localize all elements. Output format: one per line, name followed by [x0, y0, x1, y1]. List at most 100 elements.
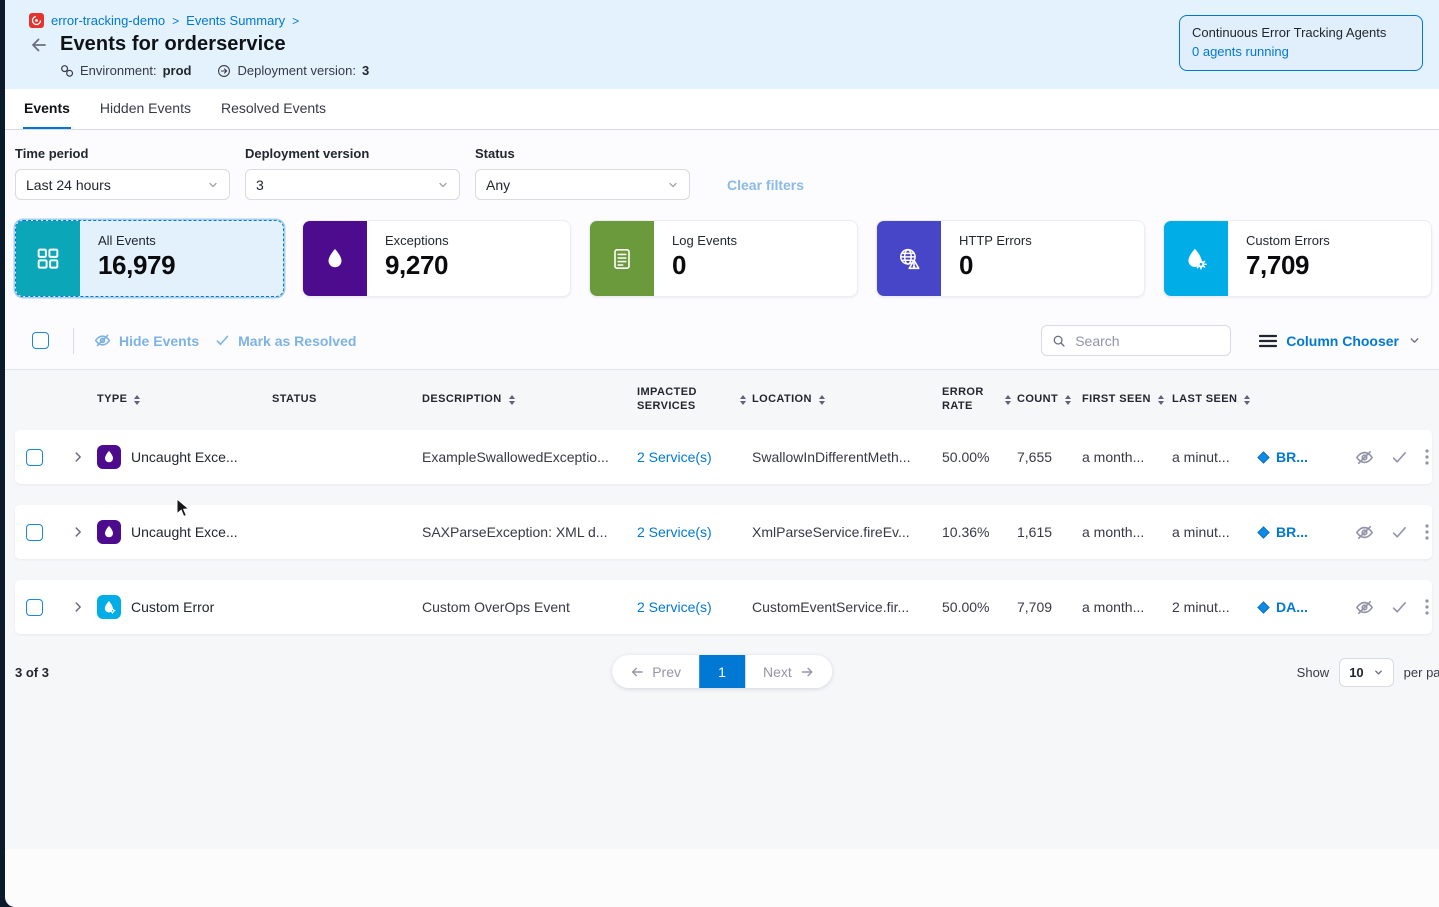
sort-icon[interactable] — [1158, 395, 1164, 405]
table-row[interactable]: Custom Error Custom OverOps Event 2 Serv… — [15, 580, 1432, 634]
kebab-menu-icon[interactable] — [1425, 524, 1429, 540]
next-page-button[interactable]: Next — [745, 655, 832, 688]
document-icon — [590, 221, 654, 296]
last-seen: 2 minut... — [1172, 599, 1257, 615]
globe-warning-icon — [877, 221, 941, 296]
card-label: Exceptions — [385, 233, 449, 248]
row-checkbox[interactable] — [26, 449, 43, 466]
page-size-control: Show 10 per page — [1297, 658, 1439, 687]
card-all-events[interactable]: All Events 16,979 — [15, 220, 284, 297]
prev-page-button[interactable]: Prev — [612, 655, 699, 688]
card-exceptions[interactable]: Exceptions 9,270 — [302, 220, 571, 297]
chevron-down-icon — [437, 179, 449, 191]
sort-icon[interactable] — [1244, 395, 1250, 405]
sort-icon[interactable] — [740, 395, 746, 405]
back-arrow-icon[interactable] — [29, 35, 49, 55]
ticket-link[interactable]: BR... — [1257, 524, 1334, 540]
column-chooser-button[interactable]: Column Chooser — [1259, 333, 1421, 349]
flame-gear-icon — [1164, 221, 1228, 296]
status-value: Any — [486, 177, 510, 193]
row-checkbox[interactable] — [26, 524, 43, 541]
eye-off-icon — [94, 332, 111, 349]
first-seen: a month... — [1082, 524, 1172, 540]
column-header-status[interactable]: STATUS — [272, 393, 422, 407]
status-select[interactable]: Any — [475, 169, 690, 200]
select-all-checkbox[interactable] — [32, 332, 49, 349]
per-page-label: per page — [1404, 665, 1439, 680]
breadcrumb-page-link[interactable]: Events Summary — [186, 13, 285, 28]
tab-events[interactable]: Events — [23, 89, 71, 129]
event-type: Custom Error — [131, 599, 214, 615]
card-http-errors[interactable]: HTTP Errors 0 — [876, 220, 1145, 297]
card-custom-errors[interactable]: Custom Errors 7,709 — [1163, 220, 1432, 297]
column-header-count[interactable]: COUNT — [1017, 393, 1082, 407]
impacted-services-link[interactable]: 2 Service(s) — [637, 524, 712, 540]
breadcrumb-separator: > — [292, 14, 299, 28]
deployment-label: Deployment version: — [237, 63, 356, 78]
event-description: Custom OverOps Event — [422, 599, 637, 615]
impacted-services-link[interactable]: 2 Service(s) — [637, 599, 712, 615]
chevron-right-icon[interactable] — [59, 525, 97, 539]
resolve-event-icon[interactable] — [1391, 599, 1408, 616]
row-count-summary: 3 of 3 — [15, 665, 49, 680]
time-period-select[interactable]: Last 24 hours — [15, 169, 230, 200]
impacted-services-link[interactable]: 2 Service(s) — [637, 449, 712, 465]
column-header-last-seen[interactable]: LAST SEEN — [1172, 393, 1257, 407]
sort-icon[interactable] — [134, 395, 140, 405]
page-size-select[interactable]: 10 — [1339, 658, 1393, 687]
resolve-event-icon[interactable] — [1391, 524, 1408, 541]
hide-event-icon[interactable] — [1355, 523, 1374, 542]
event-count: 7,709 — [1017, 599, 1082, 615]
clear-filters-button[interactable]: Clear filters — [727, 177, 804, 193]
deployment-version-select[interactable]: 3 — [245, 169, 460, 200]
sort-icon[interactable] — [1065, 395, 1071, 405]
sort-icon[interactable] — [509, 395, 515, 405]
column-header-description[interactable]: DESCRIPTION — [422, 393, 637, 407]
chevron-down-icon — [1408, 334, 1421, 347]
ticket-link[interactable]: BR... — [1257, 449, 1334, 465]
show-label: Show — [1297, 665, 1330, 680]
breadcrumb-project-link[interactable]: error-tracking-demo — [51, 13, 165, 28]
tab-hidden-events[interactable]: Hidden Events — [99, 89, 192, 129]
page-number-button[interactable]: 1 — [699, 655, 745, 688]
deployment-version-value: 3 — [256, 177, 264, 193]
table-row[interactable]: Uncaught Exce... ExampleSwallowedExcepti… — [15, 430, 1432, 484]
event-type: Uncaught Exce... — [131, 524, 238, 540]
hide-event-icon[interactable] — [1355, 598, 1374, 617]
ticket-link[interactable]: DA... — [1257, 599, 1334, 615]
kebab-menu-icon[interactable] — [1425, 599, 1429, 615]
column-header-first-seen[interactable]: FIRST SEEN — [1082, 393, 1172, 407]
search-icon — [1052, 334, 1066, 348]
hide-events-button[interactable]: Hide Events — [94, 332, 199, 349]
last-seen: a minut... — [1172, 524, 1257, 540]
chevron-down-icon — [1373, 667, 1384, 678]
sort-icon[interactable] — [819, 395, 825, 405]
tab-resolved-events[interactable]: Resolved Events — [220, 89, 327, 129]
card-log-events[interactable]: Log Events 0 — [589, 220, 858, 297]
chevron-right-icon[interactable] — [59, 600, 97, 614]
search-box — [1041, 325, 1231, 356]
time-period-value: Last 24 hours — [26, 177, 111, 193]
card-label: Custom Errors — [1246, 233, 1330, 248]
kebab-menu-icon[interactable] — [1425, 449, 1429, 465]
column-header-impacted-services[interactable]: IMPACTED SERVICES — [637, 386, 752, 414]
events-tab-bar: Events Hidden Events Resolved Events — [5, 89, 1439, 130]
column-header-error-rate[interactable]: ERROR RATE — [942, 386, 1017, 414]
row-checkbox[interactable] — [26, 599, 43, 616]
event-summary-cards: All Events 16,979 Exceptions 9,270 L — [5, 216, 1439, 313]
event-type: Uncaught Exce... — [131, 449, 238, 465]
resolve-event-icon[interactable] — [1391, 449, 1408, 466]
exception-flame-icon — [97, 520, 121, 544]
error-tracking-page: error-tracking-demo > Events Summary > E… — [5, 0, 1439, 907]
table-row[interactable]: Uncaught Exce... SAXParseException: XML … — [15, 505, 1432, 559]
hide-event-icon[interactable] — [1355, 448, 1374, 467]
column-header-type[interactable]: TYPE — [97, 393, 272, 407]
agents-running-link[interactable]: 0 agents running — [1192, 44, 1410, 60]
page-title: Events for orderservice — [60, 33, 286, 56]
mark-as-resolved-button[interactable]: Mark as Resolved — [215, 333, 356, 349]
search-input[interactable] — [1073, 332, 1220, 350]
sort-icon[interactable] — [1005, 395, 1011, 405]
chevron-right-icon[interactable] — [59, 450, 97, 464]
column-header-location[interactable]: LOCATION — [752, 393, 942, 407]
first-seen: a month... — [1082, 449, 1172, 465]
